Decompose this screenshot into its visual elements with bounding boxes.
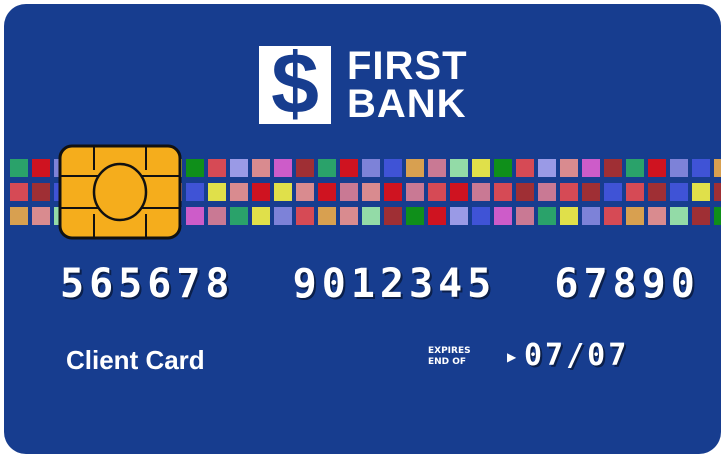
mosaic-tile bbox=[604, 183, 622, 201]
bank-name-line1: FIRST bbox=[347, 44, 468, 88]
mosaic-tile bbox=[472, 159, 490, 177]
dollar-logo-icon: $ bbox=[259, 38, 331, 130]
mosaic-tile bbox=[274, 159, 292, 177]
mosaic-tile bbox=[10, 159, 28, 177]
mosaic-tile bbox=[714, 183, 721, 201]
mosaic-tile bbox=[318, 207, 336, 225]
mosaic-tile bbox=[340, 207, 358, 225]
mosaic-tile bbox=[428, 207, 446, 225]
card-holder-label: Client Card bbox=[66, 345, 205, 375]
mosaic-tile bbox=[670, 159, 688, 177]
mosaic-tile bbox=[406, 159, 424, 177]
mosaic-tile bbox=[648, 159, 666, 177]
mosaic-tile bbox=[428, 183, 446, 201]
mosaic-tile bbox=[384, 207, 402, 225]
mosaic-tile bbox=[626, 207, 644, 225]
mosaic-tile bbox=[648, 207, 666, 225]
expiry-caption-line2: END OF bbox=[428, 357, 467, 367]
mosaic-tile bbox=[582, 159, 600, 177]
bank-name: FIRST BANK bbox=[347, 44, 468, 126]
mosaic-tile bbox=[32, 207, 50, 225]
mosaic-tile bbox=[296, 183, 314, 201]
mosaic-tile bbox=[582, 183, 600, 201]
mosaic-tile bbox=[538, 207, 556, 225]
mosaic-tile bbox=[538, 159, 556, 177]
card-number: 565678 9012345 67890 bbox=[60, 261, 700, 307]
mosaic-tile bbox=[582, 207, 600, 225]
mosaic-tile bbox=[230, 159, 248, 177]
mosaic-tile bbox=[406, 207, 424, 225]
mosaic-tile bbox=[472, 183, 490, 201]
mosaic-tile bbox=[516, 207, 534, 225]
mosaic-tile bbox=[692, 207, 710, 225]
bank-name-line2: BANK bbox=[347, 82, 467, 126]
mosaic-tile bbox=[472, 207, 490, 225]
mosaic-tile bbox=[208, 207, 226, 225]
mosaic-tile bbox=[692, 183, 710, 201]
mosaic-tile bbox=[428, 159, 446, 177]
mosaic-tile bbox=[560, 159, 578, 177]
mosaic-tile bbox=[604, 159, 622, 177]
mosaic-tile bbox=[340, 159, 358, 177]
mosaic-tile bbox=[230, 183, 248, 201]
expiry-caption: EXPIRES END OF bbox=[428, 346, 471, 368]
mosaic-tile bbox=[450, 183, 468, 201]
mosaic-tile bbox=[362, 207, 380, 225]
chip-icon bbox=[58, 144, 182, 240]
mosaic-tile bbox=[252, 183, 270, 201]
bank-logo: $ FIRST BANK bbox=[259, 38, 468, 130]
mosaic-tile bbox=[670, 183, 688, 201]
mosaic-tile bbox=[538, 183, 556, 201]
expiry-caption-line1: EXPIRES bbox=[428, 346, 471, 356]
expiry-arrow-icon: ▶ bbox=[507, 350, 517, 364]
mosaic-tile bbox=[318, 183, 336, 201]
mosaic-tile bbox=[494, 183, 512, 201]
mosaic-tile bbox=[10, 183, 28, 201]
bank-card: $ FIRST BANK 565678 9012345 67890 Client… bbox=[4, 4, 721, 454]
mosaic-tile bbox=[384, 159, 402, 177]
mosaic-tile bbox=[670, 207, 688, 225]
mosaic-tile bbox=[692, 159, 710, 177]
mosaic-tile bbox=[626, 183, 644, 201]
mosaic-tile bbox=[384, 183, 402, 201]
mosaic-tile bbox=[450, 159, 468, 177]
mosaic-tile bbox=[32, 183, 50, 201]
mosaic-tile bbox=[252, 159, 270, 177]
mosaic-tile bbox=[450, 207, 468, 225]
mosaic-tile bbox=[208, 159, 226, 177]
mosaic-tile bbox=[340, 183, 358, 201]
mosaic-tile bbox=[252, 207, 270, 225]
mosaic-tile bbox=[186, 183, 204, 201]
mosaic-tile bbox=[560, 183, 578, 201]
mosaic-tile bbox=[296, 207, 314, 225]
mosaic-tile bbox=[274, 207, 292, 225]
mosaic-tile bbox=[516, 159, 534, 177]
mosaic-tile bbox=[208, 183, 226, 201]
mosaic-tile bbox=[186, 207, 204, 225]
mosaic-tile bbox=[230, 207, 248, 225]
mosaic-tile bbox=[714, 159, 721, 177]
mosaic-tile bbox=[604, 207, 622, 225]
expiry-date: 07/07 bbox=[524, 338, 630, 373]
mosaic-tile bbox=[626, 159, 644, 177]
mosaic-tile bbox=[362, 159, 380, 177]
mosaic-tile bbox=[494, 207, 512, 225]
mosaic-tile bbox=[406, 183, 424, 201]
mosaic-tile bbox=[186, 159, 204, 177]
mosaic-tile bbox=[318, 159, 336, 177]
mosaic-tile bbox=[10, 207, 28, 225]
mosaic-tile bbox=[494, 159, 512, 177]
mosaic-tile bbox=[274, 183, 292, 201]
mosaic-tile bbox=[362, 183, 380, 201]
mosaic-tile bbox=[516, 183, 534, 201]
mosaic-tile bbox=[296, 159, 314, 177]
mosaic-tile bbox=[560, 207, 578, 225]
mosaic-tile bbox=[32, 159, 50, 177]
mosaic-tile bbox=[714, 207, 721, 225]
mosaic-tile bbox=[648, 183, 666, 201]
